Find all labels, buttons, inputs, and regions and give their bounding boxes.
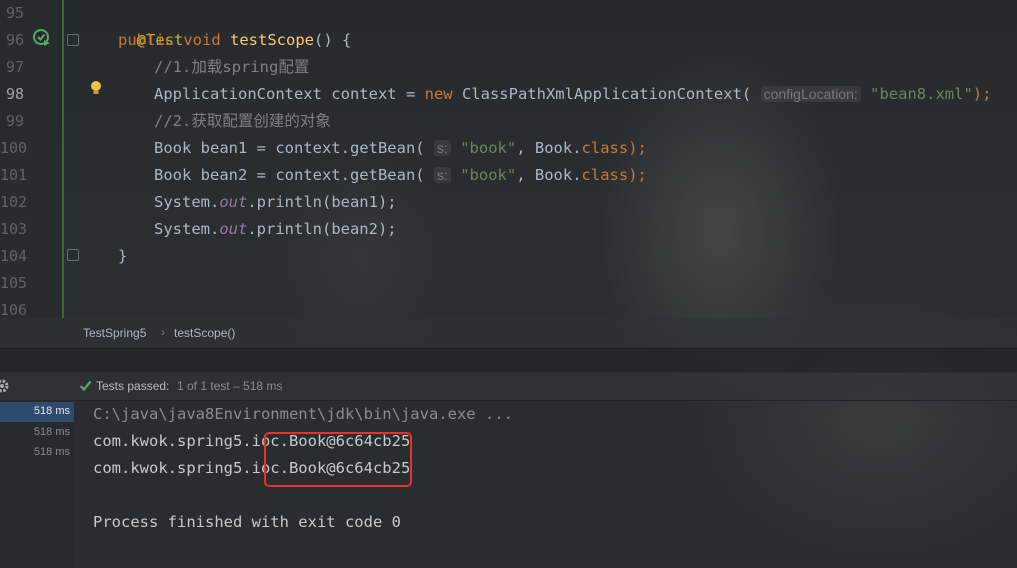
tests-passed-label: Tests passed:: [96, 379, 170, 393]
test-status-bar: Tests passed: 1 of 1 test – 518 ms: [0, 372, 1017, 401]
vcs-change-marker: [62, 0, 64, 318]
code-text: , Book.: [516, 166, 582, 184]
line-number: 104: [0, 247, 28, 265]
line-number: 100: [0, 139, 28, 157]
comment: //1.加载spring配置: [154, 58, 310, 76]
line-number: 103: [0, 220, 28, 238]
keyword: class: [581, 139, 629, 157]
code-text: );: [628, 139, 647, 157]
keyword: public: [118, 31, 174, 49]
line-number-current: 98: [5, 85, 24, 103]
closing-brace: }: [118, 247, 128, 265]
breadcrumb-method[interactable]: testScope(): [174, 326, 235, 340]
line-number: 96: [5, 31, 24, 49]
test-duration[interactable]: 518 ms: [10, 446, 70, 458]
test-duration[interactable]: 518 ms: [10, 426, 70, 438]
line-number: 95: [5, 4, 24, 22]
code-text: , Book.: [516, 139, 582, 157]
check-icon: [79, 380, 92, 392]
code-text: ClassPathXmlApplicationContext(: [452, 85, 752, 103]
code-text: .println(bean2);: [247, 220, 397, 238]
fold-icon[interactable]: [67, 34, 79, 46]
line-number: 102: [0, 193, 28, 211]
string-literal: "bean8.xml": [870, 85, 973, 103]
code-line-99[interactable]: //2.获取配置创建的对象: [154, 108, 331, 135]
parameter-hint: s:: [433, 167, 451, 183]
code-line-103[interactable]: System.out.println(bean2);: [154, 216, 397, 243]
code-line-100[interactable]: Book bean1 = context.getBean( s: "book",…: [154, 135, 647, 162]
console-output[interactable]: C:\java\java8Environment\jdk\bin\java.ex…: [74, 400, 1017, 568]
code-text: Book bean1 = context.getBean(: [154, 139, 425, 157]
run-test-icon[interactable]: [33, 29, 51, 47]
fold-icon[interactable]: [67, 249, 79, 261]
code-line-102[interactable]: System.out.println(bean1);: [154, 189, 397, 216]
parameter-hint: configLocation:: [760, 86, 861, 102]
test-tree: 518 ms 518 ms 518 ms: [0, 400, 74, 568]
code-line-95[interactable]: @Test: [118, 0, 184, 49]
code-text: ApplicationContext context =: [154, 85, 425, 103]
keyword: new: [424, 85, 453, 103]
code-text: );: [972, 85, 992, 103]
console-exit-line: Process finished with exit code 0: [93, 513, 401, 531]
breadcrumb: TestSpring5 › testScope(): [0, 318, 1017, 348]
method-name: testScope: [230, 31, 315, 49]
tool-window-divider[interactable]: [0, 348, 1017, 373]
code-text: () {: [314, 31, 352, 49]
code-line-104[interactable]: }: [118, 243, 127, 270]
line-number: 101: [0, 166, 28, 184]
code-text: System.: [154, 220, 220, 238]
code-text: Book bean2 = context.getBean(: [154, 166, 425, 184]
line-number: 105: [0, 274, 28, 292]
test-duration[interactable]: 518 ms: [10, 405, 70, 417]
code-line-97[interactable]: //1.加载spring配置: [154, 54, 309, 81]
parameter-hint: s:: [433, 140, 451, 156]
line-number: 99: [5, 112, 24, 130]
comment: //2.获取配置创建的对象: [154, 112, 331, 130]
line-number: 97: [5, 58, 24, 76]
static-field: out: [219, 220, 248, 238]
code-text: );: [628, 166, 647, 184]
keyword: void: [183, 31, 221, 49]
string-literal: "book": [460, 166, 517, 184]
code-line-96[interactable]: public void testScope() {: [118, 27, 351, 54]
breadcrumb-class[interactable]: TestSpring5: [83, 326, 146, 340]
highlight-annotation-box: [264, 432, 412, 487]
breadcrumb-separator: ›: [161, 325, 165, 339]
code-text: System.: [154, 193, 220, 211]
code-text: .println(bean1);: [247, 193, 397, 211]
tests-passed-count: 1 of 1 test – 518 ms: [177, 379, 283, 393]
static-field: out: [219, 193, 248, 211]
keyword: class: [581, 166, 629, 184]
console-command-line: C:\java\java8Environment\jdk\bin\java.ex…: [93, 405, 513, 423]
gear-icon[interactable]: [0, 378, 10, 394]
lightbulb-icon[interactable]: [89, 80, 103, 96]
code-line-101[interactable]: Book bean2 = context.getBean( s: "book",…: [154, 162, 647, 189]
string-literal: "book": [460, 139, 517, 157]
code-line-98[interactable]: ApplicationContext context = new ClassPa…: [154, 81, 991, 108]
